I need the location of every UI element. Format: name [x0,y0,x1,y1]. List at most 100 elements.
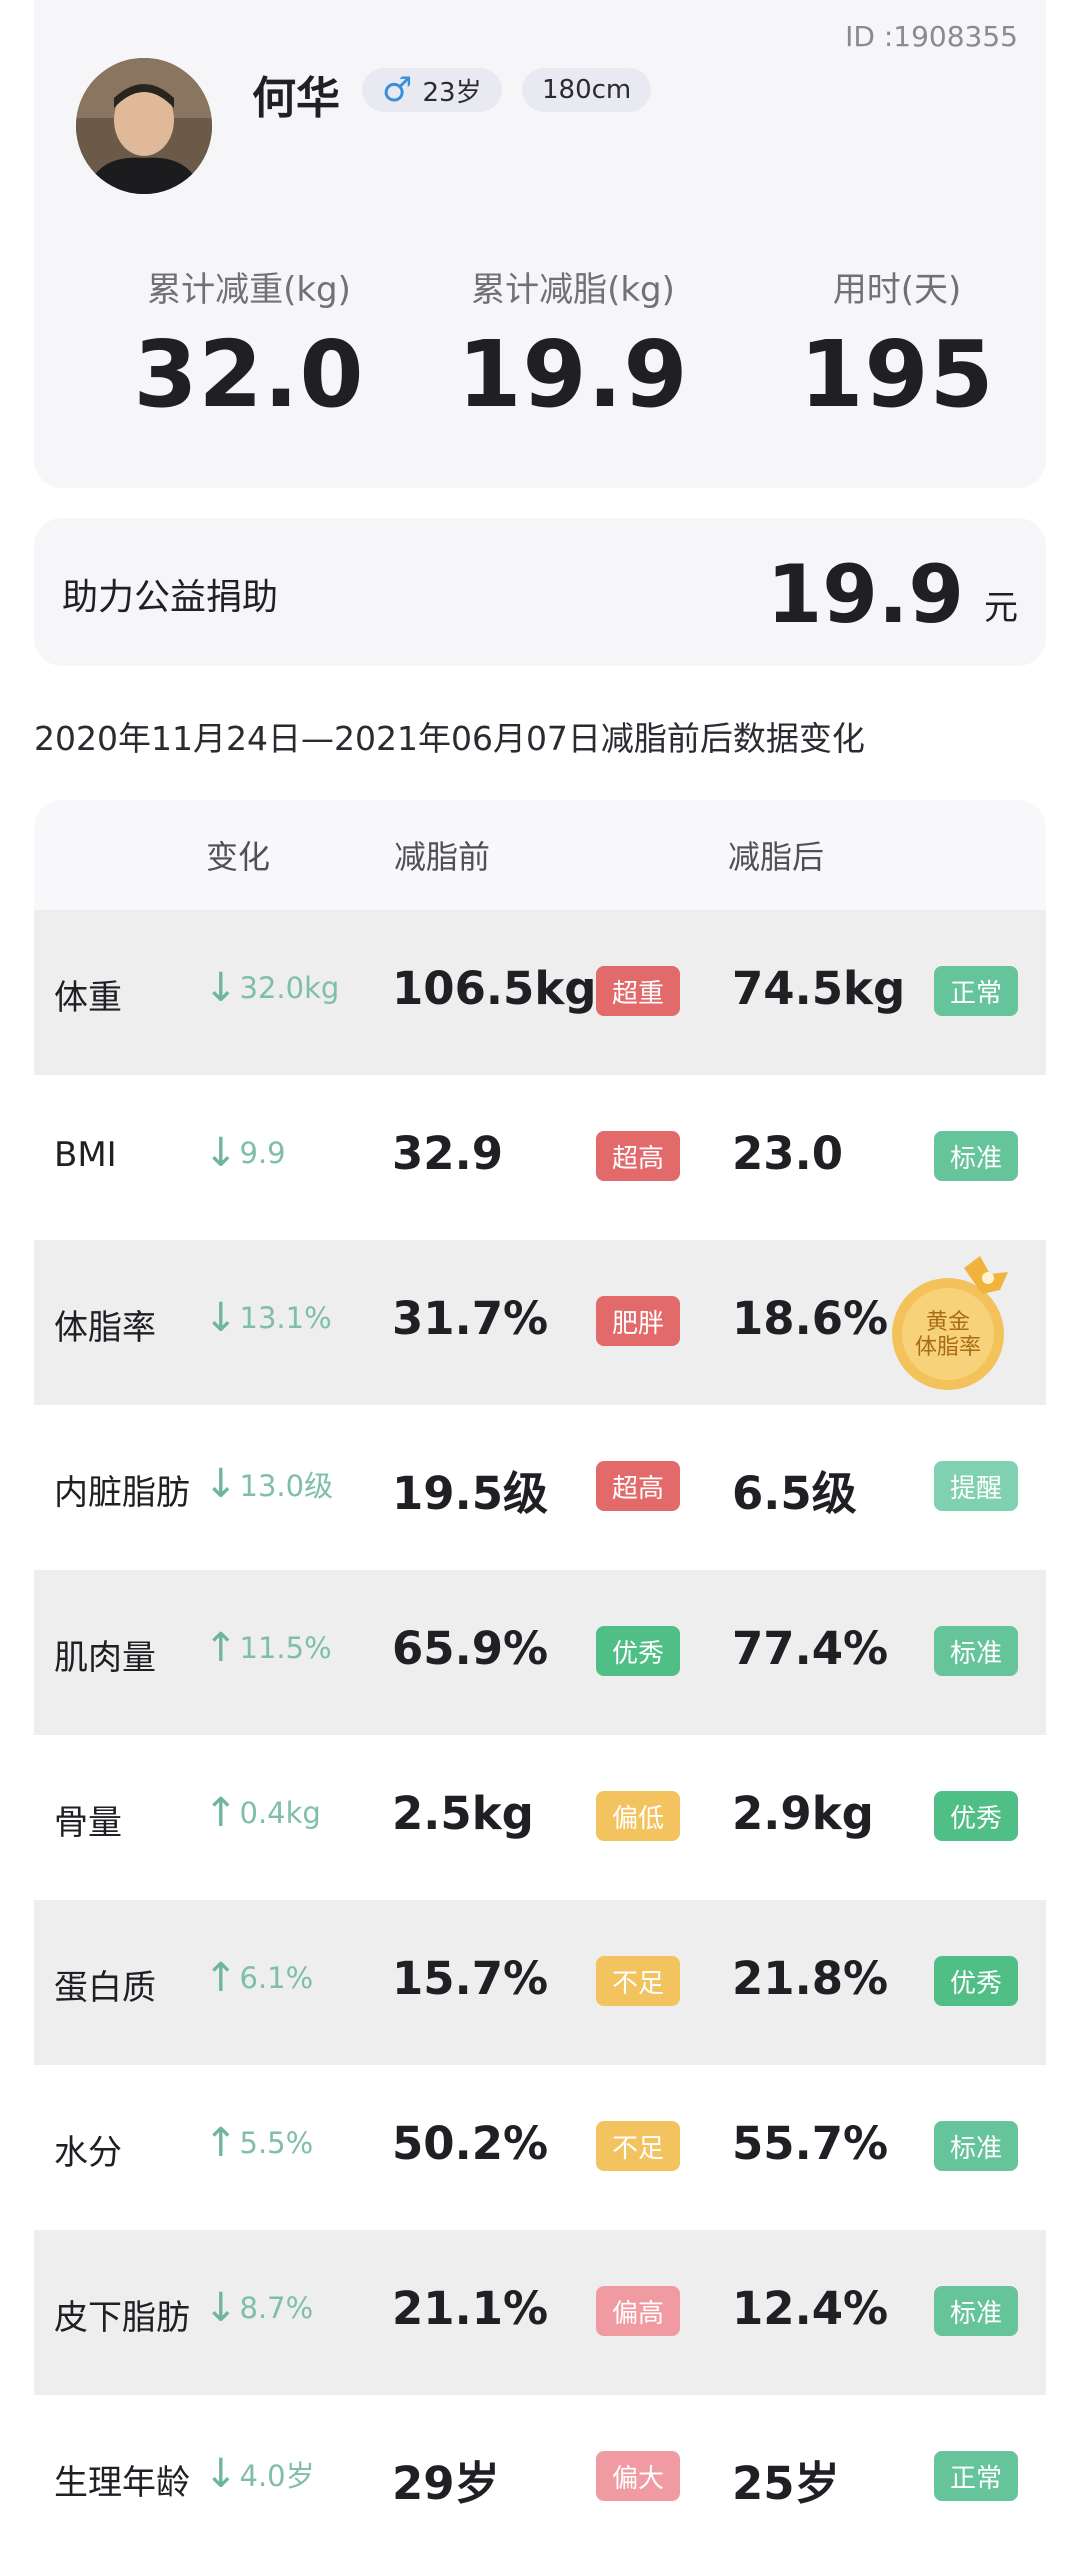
height-pill: 180cm [522,68,652,112]
table-row[interactable]: 体脂率 ↓ 13.1% 31.7% 肥胖 18.6% 黄金 体脂率 [34,1240,1046,1405]
after-value: 2.9kg [732,1787,874,1840]
body-data-table: 变化 减脂前 减脂后 体重 ↓ 32.0kg 106.5kg 超重 74.5kg 正常 BMI… [34,800,1046,2560]
age-value: 23岁 [422,77,482,108]
table-row[interactable]: BMI ↓ 9.9 32.9 超高 23.0 标准 [34,1075,1046,1240]
date-range-title: 2020年11月24日—2021年06月07日减脂前后数据变化 [34,719,865,758]
stat-total-weight-loss: 累计减重(kg) 32.0 [84,262,414,428]
stat-value: 32.0 [133,321,365,428]
before-value: 31.7% [392,1292,549,1345]
before-value: 19.5级 [392,1467,549,1520]
table-row[interactable]: 生理年龄 ↓ 4.0岁 29岁 偏大 25岁 正常 [34,2395,1046,2560]
metric-name: 骨量 [54,1803,122,1843]
change-value: ↑ 0.4kg [204,1793,321,1833]
arrow-down-icon: ↓ [204,1461,238,1507]
before-value: 50.2% [392,2117,549,2170]
metric-name: 体脂率 [54,1308,156,1348]
gold-medal-icon[interactable]: 黄金 体脂率 [884,1250,1024,1400]
after-status-badge: 标准 [934,1626,1018,1676]
donation-card[interactable]: 助力公益捐助 19.9 元 [34,518,1046,666]
change-value: ↓ 13.0级 [204,1463,333,1505]
change-text: 4.0岁 [239,2459,315,2493]
table-row[interactable]: 蛋白质 ↑ 6.1% 15.7% 不足 21.8% 优秀 [34,1900,1046,2065]
avatar[interactable] [76,58,212,194]
change-text: 6.1% [239,1961,314,1995]
stat-label: 用时(天) [832,270,962,310]
metric-name: 肌肉量 [54,1638,156,1678]
header-before: 减脂前 [394,838,491,876]
medal-label: 黄金 体脂率 [914,1310,981,1361]
change-text: 9.9 [239,1136,286,1170]
before-status-badge: 偏高 [596,2286,680,2336]
before-status-badge: 超高 [596,1131,680,1181]
donation-amount: 19.9 [766,548,964,641]
table-header: 变化 减脂前 减脂后 [34,800,1046,910]
arrow-down-icon: ↓ [204,965,238,1011]
arrow-up-icon: ↑ [204,1790,238,1836]
before-status-badge: 超重 [596,966,680,1016]
after-value: 77.4% [732,1622,889,1675]
change-value: ↓ 32.0kg [204,968,339,1008]
metric-name: 蛋白质 [54,1968,156,2008]
after-status-badge: 提醒 [934,1461,1018,1511]
before-value: 15.7% [392,1952,549,2005]
header-change: 变化 [206,838,271,876]
donation-label: 助力公益捐助 [62,577,279,618]
stat-label: 累计减重(kg) [147,270,351,310]
after-status-badge: 标准 [934,1131,1018,1181]
before-value: 106.5kg [392,962,597,1015]
change-value: ↑ 6.1% [204,1958,313,1998]
after-status-badge: 正常 [934,2451,1018,2501]
table-row[interactable]: 皮下脂肪 ↓ 8.7% 21.1% 偏高 12.4% 标准 [34,2230,1046,2395]
change-text: 0.4kg [239,1796,321,1830]
arrow-down-icon: ↓ [204,2285,238,2331]
change-value: ↓ 9.9 [204,1133,286,1173]
after-value: 23.0 [732,1127,844,1180]
stat-label: 累计减脂(kg) [471,270,675,310]
table-row[interactable]: 骨量 ↑ 0.4kg 2.5kg 偏低 2.9kg 优秀 [34,1735,1046,1900]
change-value: ↑ 11.5% [204,1628,332,1668]
after-value: 21.8% [732,1952,889,2005]
stat-days-used: 用时(天) 195 [732,262,1062,428]
after-status-badge: 优秀 [934,1791,1018,1841]
after-status-badge: 标准 [934,2286,1018,2336]
after-status-badge: 标准 [934,2121,1018,2171]
after-value: 12.4% [732,2282,889,2335]
change-value: ↓ 4.0岁 [204,2453,315,2495]
after-value: 25岁 [732,2457,840,2510]
arrow-up-icon: ↑ [204,2120,238,2166]
arrow-down-icon: ↓ [204,1295,238,1341]
before-status-badge: 不足 [596,2121,680,2171]
change-value: ↓ 8.7% [204,2288,313,2328]
height-value: 180cm [542,75,632,105]
arrow-down-icon: ↓ [204,2451,238,2497]
change-text: 13.0级 [239,1469,334,1503]
before-status-badge: 肥胖 [596,1296,680,1346]
table-row[interactable]: 体重 ↓ 32.0kg 106.5kg 超重 74.5kg 正常 [34,910,1046,1075]
change-value: ↓ 13.1% [204,1298,332,1338]
table-row[interactable]: 肌肉量 ↑ 11.5% 65.9% 优秀 77.4% 标准 [34,1570,1046,1735]
metric-name: 水分 [54,2133,122,2173]
before-status-badge: 不足 [596,1956,680,2006]
user-id: ID :1908355 [845,20,1018,53]
after-value: 6.5级 [732,1467,857,1520]
after-status-badge: 正常 [934,966,1018,1016]
metric-name: 生理年龄 [54,2463,190,2503]
change-text: 5.5% [239,2126,314,2160]
before-status-badge: 偏大 [596,2451,680,2501]
change-text: 11.5% [239,1631,332,1665]
after-status-badge: 优秀 [934,1956,1018,2006]
change-text: 8.7% [239,2291,314,2325]
table-row[interactable]: 水分 ↑ 5.5% 50.2% 不足 55.7% 标准 [34,2065,1046,2230]
stat-total-fat-loss: 累计减脂(kg) 19.9 [408,262,738,428]
male-icon: ♂ [382,70,413,110]
stat-value: 195 [799,321,995,428]
metric-name: BMI [54,1135,117,1175]
stat-value: 19.9 [457,321,689,428]
change-text: 13.1% [239,1301,332,1335]
after-value: 18.6% [732,1292,889,1345]
table-body: 体重 ↓ 32.0kg 106.5kg 超重 74.5kg 正常 BMI ↓ 9.9 32.9 超高 2… [34,910,1046,2560]
before-status-badge: 超高 [596,1461,680,1511]
change-value: ↑ 5.5% [204,2123,313,2163]
metric-name: 皮下脂肪 [54,2298,190,2338]
table-row[interactable]: 内脏脂肪 ↓ 13.0级 19.5级 超高 6.5级 提醒 [34,1405,1046,1570]
